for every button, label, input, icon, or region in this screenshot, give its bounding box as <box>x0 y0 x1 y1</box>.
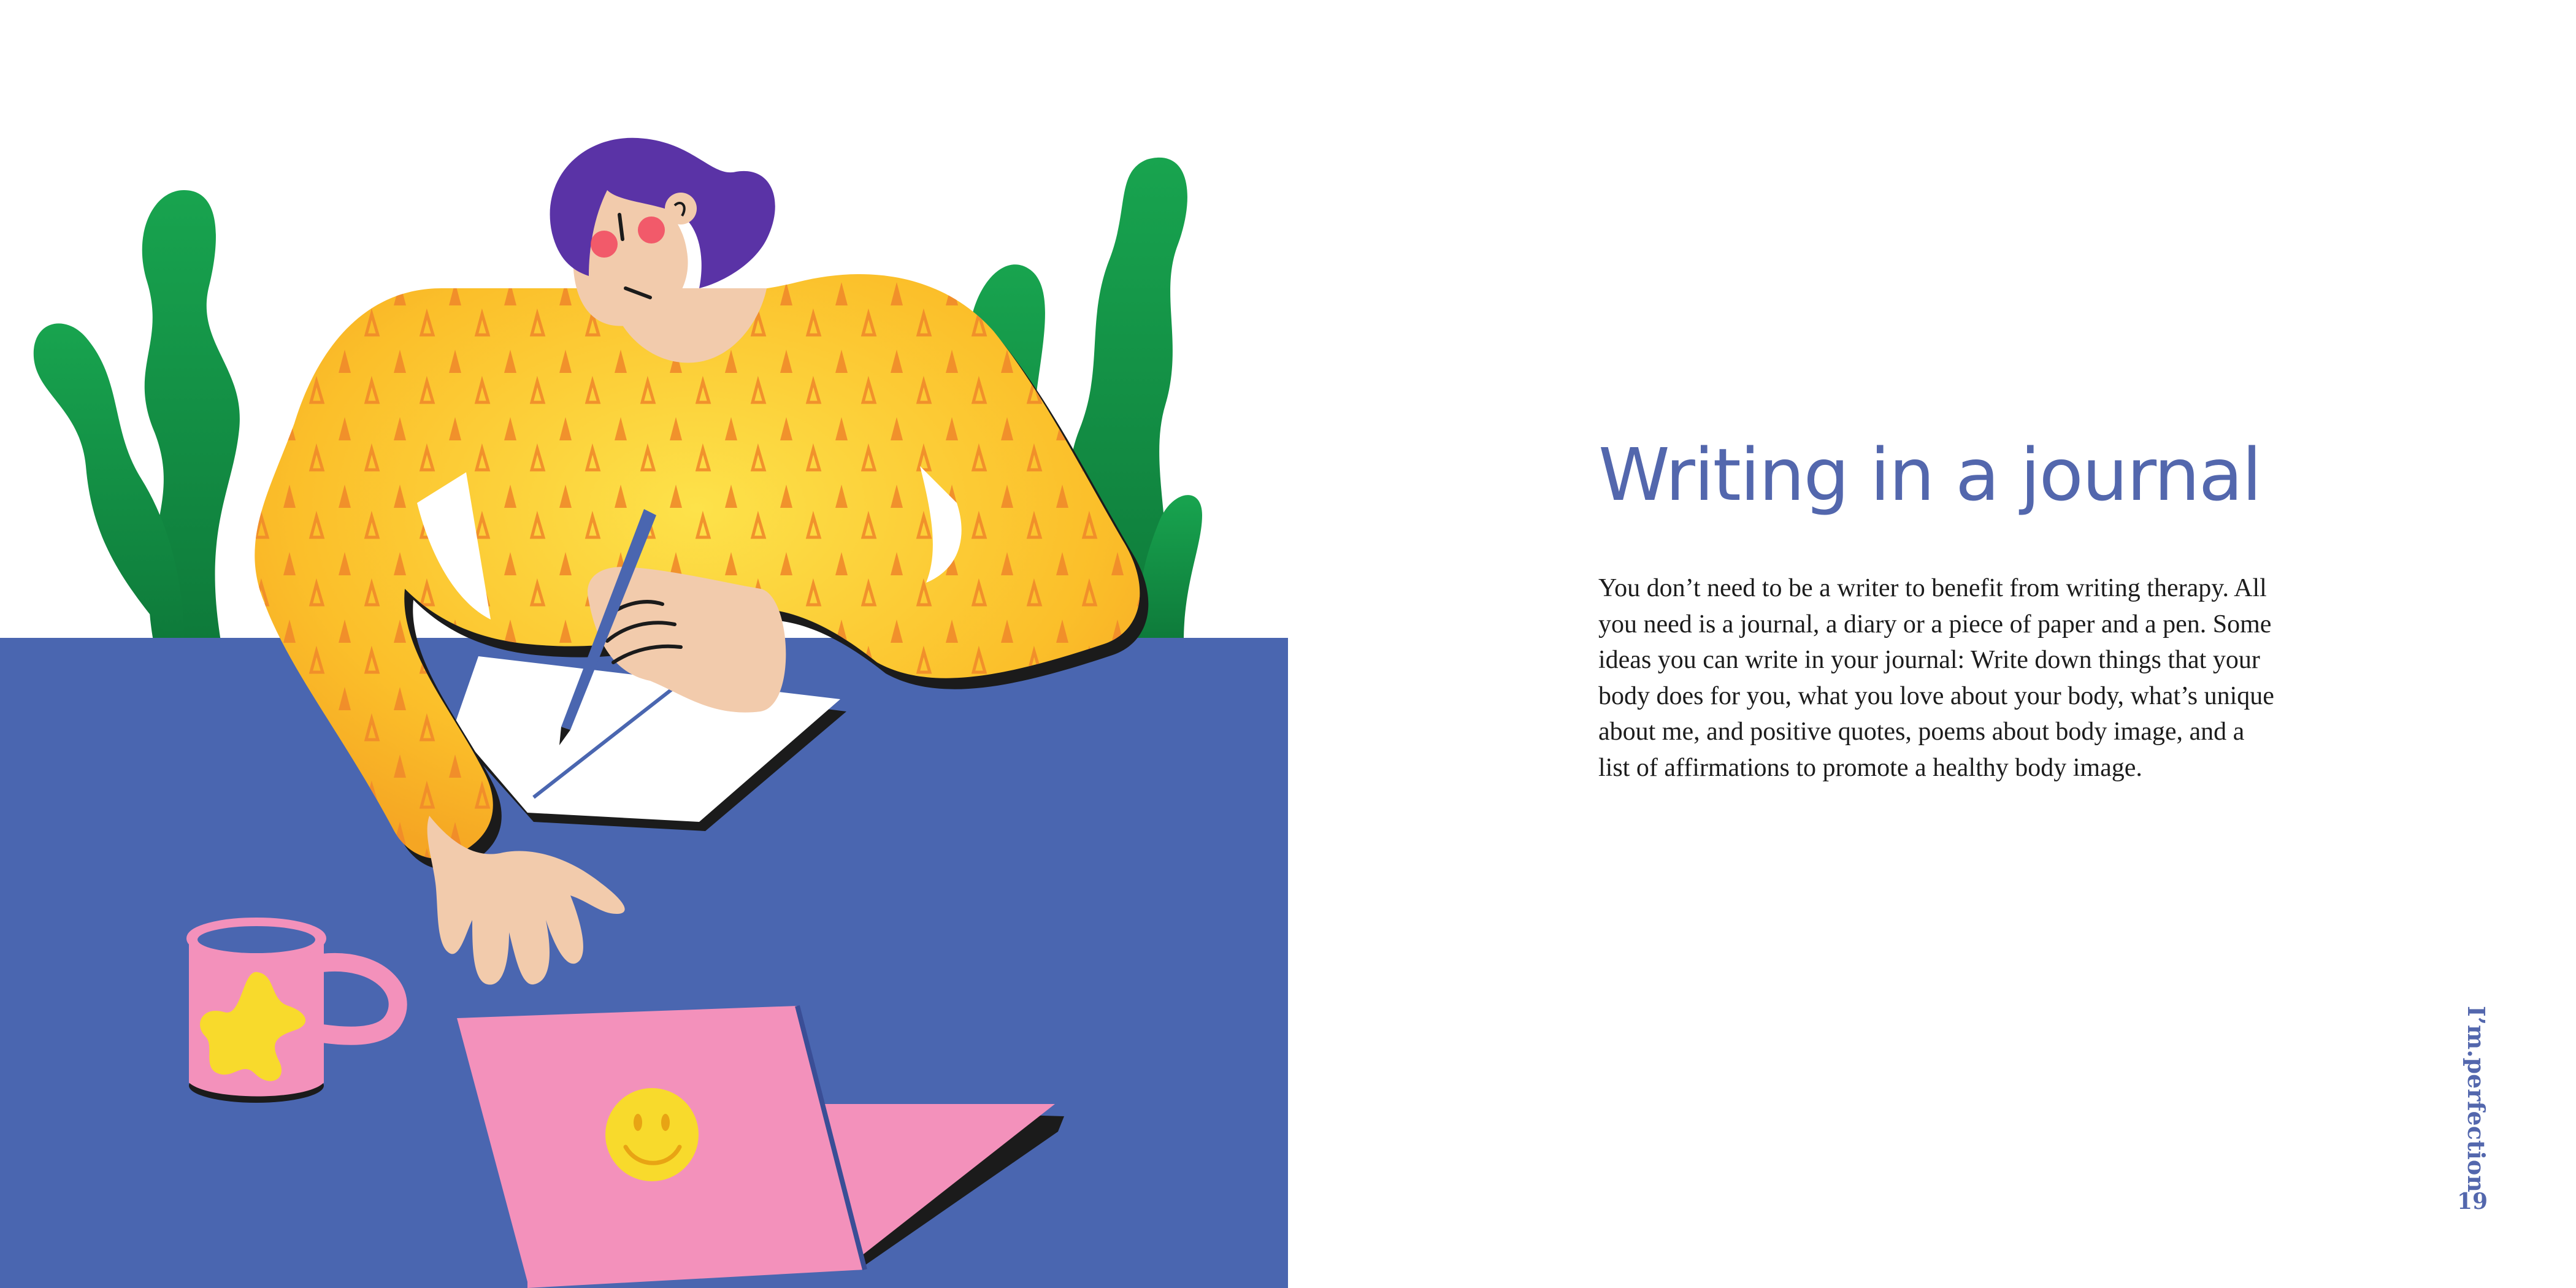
body-paragraph: You don’t need to be a writer to benefit… <box>1598 574 2274 782</box>
journal-illustration <box>0 137 1288 1288</box>
running-title: I’m.perfection <box>2463 1006 2490 1192</box>
page-number: 19 <box>2456 1189 2488 1214</box>
page-title: Writing in a journal <box>1598 432 2262 517</box>
book-spread: Writing in a journal You don’t need to b… <box>0 0 2576 1288</box>
smiley-icon <box>605 1088 699 1181</box>
plant-left-icon <box>33 190 240 641</box>
illustration-panel <box>0 0 1288 1288</box>
